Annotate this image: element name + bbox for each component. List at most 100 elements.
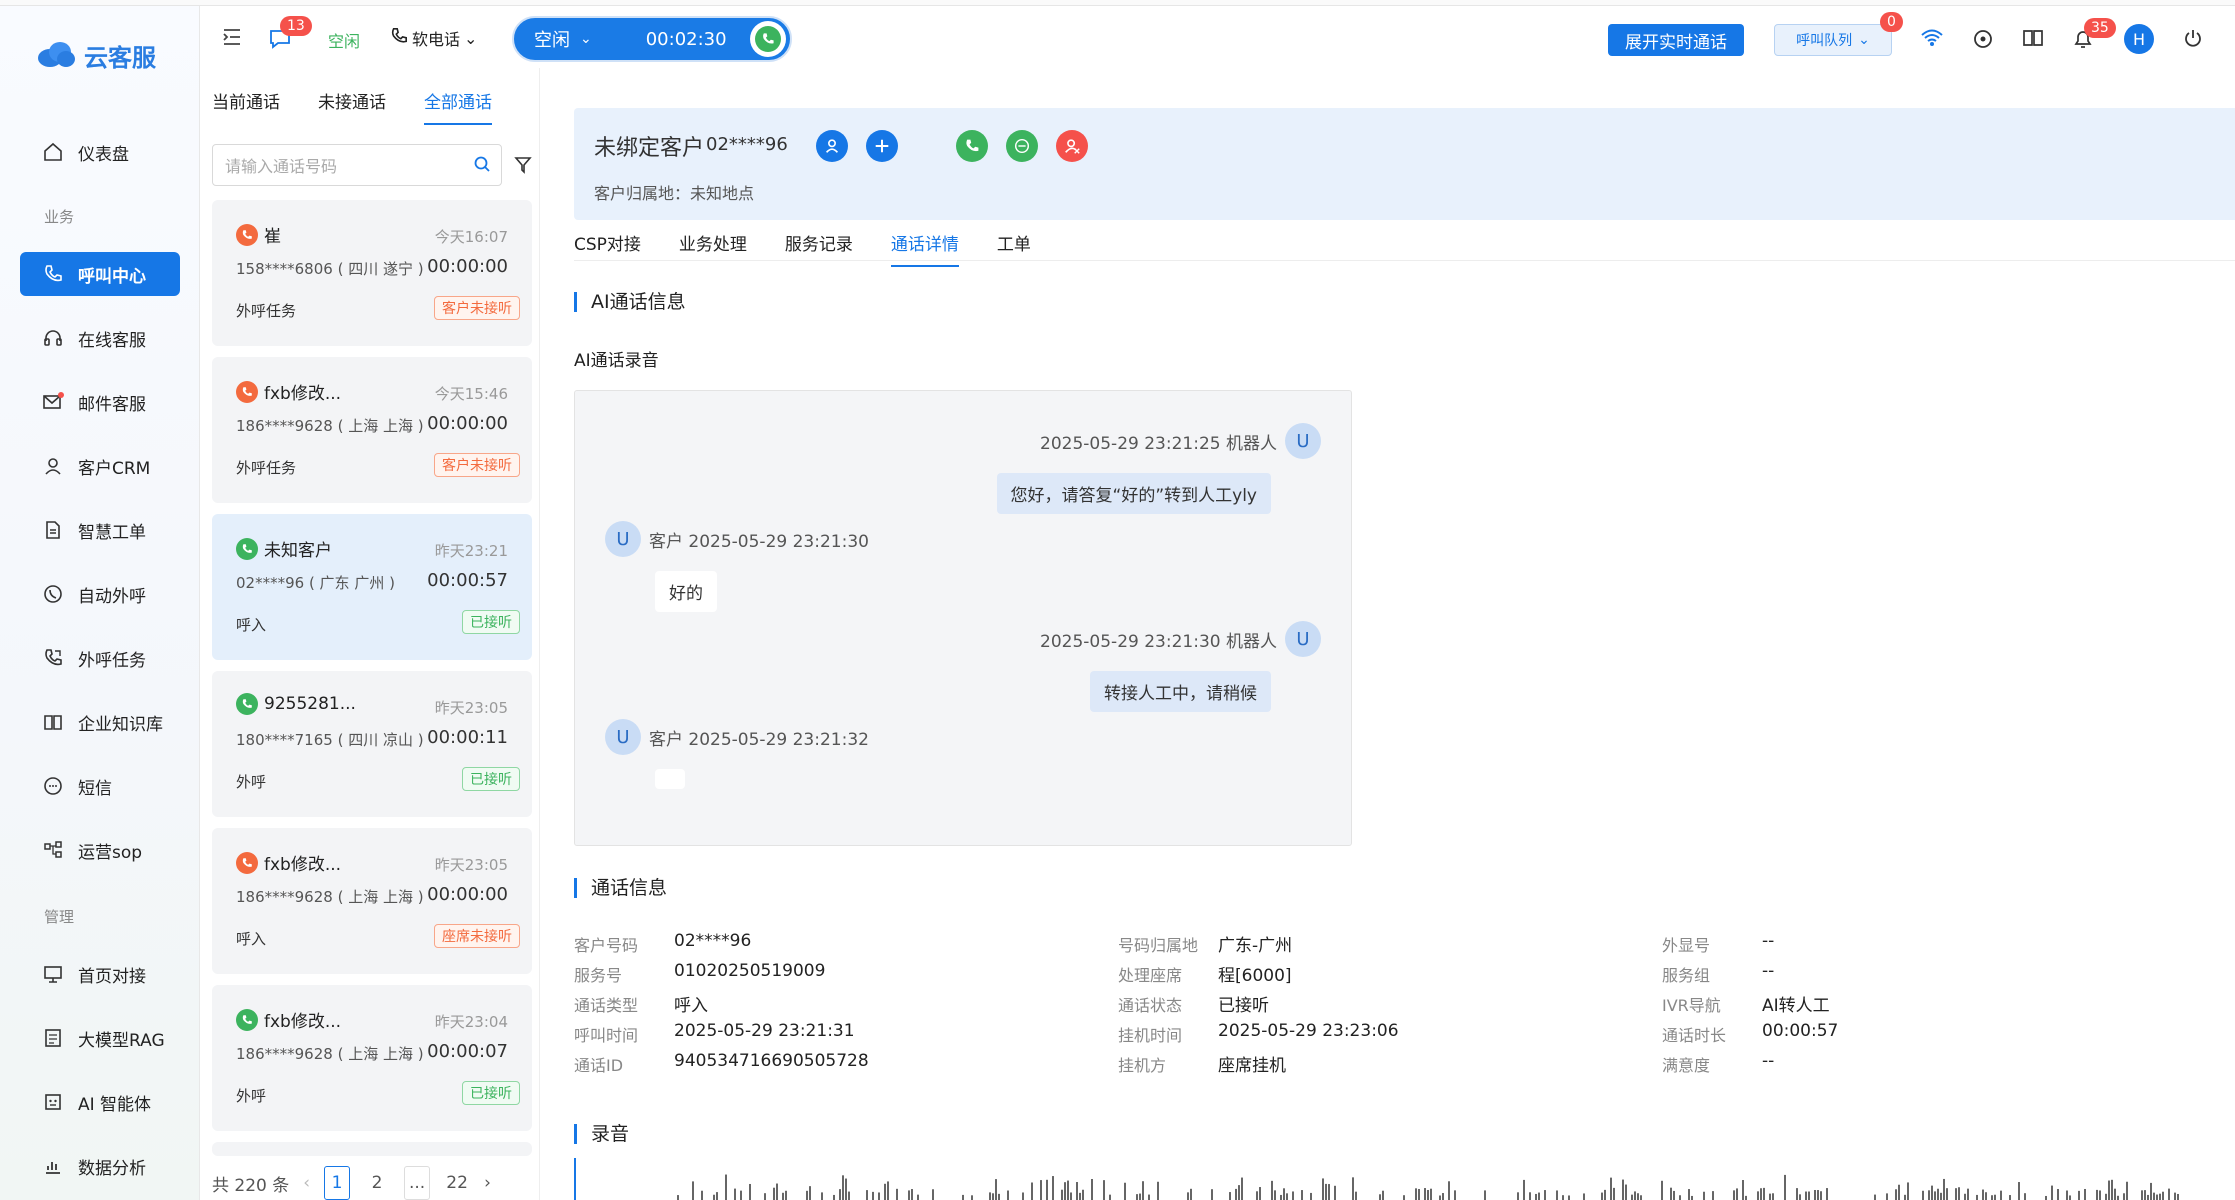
- sidebar-item-label: 外呼任务: [78, 650, 146, 671]
- sidebar-item-sop[interactable]: 运营sop: [20, 828, 180, 872]
- waveform-bar: [2117, 1195, 2119, 1200]
- tab-all-calls[interactable]: 全部通话: [424, 88, 492, 125]
- nav-group-biz: 业务: [44, 208, 75, 226]
- sidebar-item-callcenter[interactable]: 呼叫中心: [20, 252, 180, 296]
- sync-icon[interactable]: [1972, 28, 1994, 54]
- sidebar-item-online-service[interactable]: 在线客服: [20, 316, 180, 360]
- info-label: 通话ID: [574, 1056, 624, 1075]
- sidebar-item-label: 客户CRM: [78, 458, 151, 479]
- waveform-bar: [1124, 1182, 1126, 1200]
- chevron-left-icon[interactable]: ‹: [303, 1173, 310, 1193]
- waveform-bar: [2141, 1190, 2143, 1200]
- waveform-bar: [1601, 1192, 1603, 1200]
- waveform-bar: [2108, 1180, 2110, 1200]
- answer-call-button[interactable]: [750, 21, 786, 57]
- call-name-wrap: fxb修改...: [236, 1007, 341, 1032]
- info-label: 挂机方: [1118, 1056, 1167, 1075]
- audio-waveform[interactable]: [574, 1158, 2194, 1200]
- waveform-bar: [1679, 1195, 1681, 1200]
- waveform-bar: [1955, 1188, 1957, 1200]
- menu-fold-icon[interactable]: [222, 28, 242, 50]
- waveform-bar: [713, 1194, 715, 1200]
- waveform-bar: [1760, 1188, 1762, 1200]
- sidebar-item-analytics[interactable]: 数据分析: [20, 1144, 180, 1188]
- ai-recording-title: AI通话录音: [574, 351, 659, 371]
- page-button-1[interactable]: 1: [324, 1166, 351, 1200]
- user-avatar[interactable]: H: [2124, 24, 2154, 54]
- sidebar-item-home-integration[interactable]: 首页对接: [20, 952, 180, 996]
- book-icon[interactable]: [2022, 28, 2044, 52]
- add-customer-button[interactable]: [866, 130, 898, 162]
- logo[interactable]: 云客服: [36, 38, 156, 73]
- info-label: 挂机时间: [1118, 1026, 1183, 1045]
- sidebar-item-rag[interactable]: 大模型RAG: [20, 1016, 180, 1060]
- waveform-bar: [776, 1183, 778, 1200]
- waveform-bar: [1982, 1189, 1984, 1200]
- info-value: --: [1762, 961, 1775, 981]
- sidebar-item-auto-call[interactable]: 自动外呼: [20, 572, 180, 616]
- waveform-bar: [884, 1183, 886, 1200]
- waveform-bar: [1712, 1191, 1714, 1200]
- info-label: IVR导航: [1662, 996, 1721, 1015]
- sidebar-item-ticket[interactable]: 智慧工单: [20, 508, 180, 552]
- waveform-bar: [1070, 1192, 1072, 1200]
- waveform-bar: [1157, 1181, 1159, 1200]
- info-value: 02****96: [674, 931, 752, 951]
- waveform-bar: [2009, 1195, 2011, 1200]
- call-list-item[interactable]: 崔 今天16:07 158****6806 ( 四川 遂宁 ) 00:00:00…: [212, 200, 532, 346]
- call-time: 今天15:46: [434, 385, 508, 403]
- call-status-pill[interactable]: 空闲 ⌄ 00:02:30: [512, 16, 792, 62]
- mail-icon: [42, 391, 64, 413]
- call-list-item[interactable]: fxb修改... 今天15:46 186****9628 ( 上海 上海 ) 0…: [212, 357, 532, 503]
- waveform-bar: [1382, 1190, 1384, 1200]
- filter-icon[interactable]: [514, 156, 532, 178]
- waveform-bar: [1022, 1192, 1024, 1200]
- info-value: 座席挂机: [1218, 1056, 1286, 1076]
- headset-icon: [42, 327, 64, 349]
- page-button-22[interactable]: 22: [444, 1166, 470, 1200]
- search-icon[interactable]: [473, 155, 491, 177]
- sidebar-item-dashboard[interactable]: 仪表盘: [20, 130, 180, 174]
- blacklist-button[interactable]: [1056, 130, 1088, 162]
- tab-current-calls[interactable]: 当前通话: [212, 88, 280, 125]
- page-button-2[interactable]: 2: [364, 1166, 390, 1200]
- incoming-call-icon: [236, 1008, 258, 1031]
- call-list-item[interactable]: fxb修改... 昨天23:05 186****9628 ( 上海 上海 ) 0…: [212, 828, 532, 974]
- sidebar-item-knowledge[interactable]: 企业知识库: [20, 700, 180, 744]
- chat-meta-bot: 2025-05-29 23:21:25 机器人 U: [1040, 423, 1321, 459]
- bind-customer-button[interactable]: [816, 130, 848, 162]
- waveform-bar: [1625, 1184, 1627, 1200]
- user-block-icon: [1065, 139, 1080, 154]
- call-queue-select[interactable]: 呼叫队列 ⌄: [1774, 24, 1892, 56]
- call-time: 昨天23:04: [434, 1013, 508, 1031]
- waveform-bar: [839, 1189, 841, 1200]
- sidebar-item-outbound-task[interactable]: 外呼任务: [20, 636, 180, 680]
- info-value: 程[6000]: [1218, 966, 1292, 986]
- waveform-bar: [1820, 1191, 1822, 1200]
- call-tabs: 当前通话 未接通话 全部通话: [212, 88, 492, 125]
- waveform-bar: [1796, 1188, 1798, 1200]
- page-ellipsis[interactable]: ...: [404, 1166, 431, 1200]
- sidebar-item-sms[interactable]: 短信: [20, 764, 180, 808]
- chat-meta-customer: U 客户 2025-05-29 23:21:32: [605, 719, 869, 755]
- wifi-icon[interactable]: [1920, 28, 1944, 52]
- call-list-item[interactable]: 9255281... 昨天23:05 180****7165 ( 四川 凉山 )…: [212, 671, 532, 817]
- sidebar-item-email[interactable]: 邮件客服: [20, 380, 180, 424]
- sidebar-item-crm[interactable]: 客户CRM: [20, 444, 180, 488]
- sidebar: 云客服 仪表盘 业务 呼叫中心 在线客服 邮件客服 客户CRM 智慧工单 自动外…: [0, 6, 200, 1200]
- sms-button[interactable]: [1006, 130, 1038, 162]
- call-list-item-selected[interactable]: 未知客户 昨天23:21 02****96 ( 广东 广州 ) 00:00:57…: [212, 514, 532, 660]
- call-search-input[interactable]: 请输入通话号码: [212, 144, 502, 186]
- user-icon: [825, 139, 839, 153]
- agent-status[interactable]: 空闲: [328, 28, 360, 52]
- tab-missed-calls[interactable]: 未接通话: [318, 88, 386, 125]
- phone-mode-select[interactable]: 软电话 ⌄: [390, 26, 477, 50]
- info-value: 2025-05-29 23:21:31: [674, 1021, 855, 1041]
- expand-realtime-call-button[interactable]: 展开实时通话: [1608, 24, 1744, 56]
- chevron-right-icon[interactable]: ›: [484, 1173, 491, 1193]
- power-icon[interactable]: [2182, 28, 2204, 54]
- sidebar-item-ai-agent[interactable]: AI 智能体: [20, 1080, 180, 1124]
- call-button[interactable]: [956, 130, 988, 162]
- call-list-item[interactable]: fxb修改... 昨天23:04 186****9628 ( 上海 上海 ) 0…: [212, 985, 532, 1131]
- waveform-bar: [2159, 1193, 2161, 1200]
